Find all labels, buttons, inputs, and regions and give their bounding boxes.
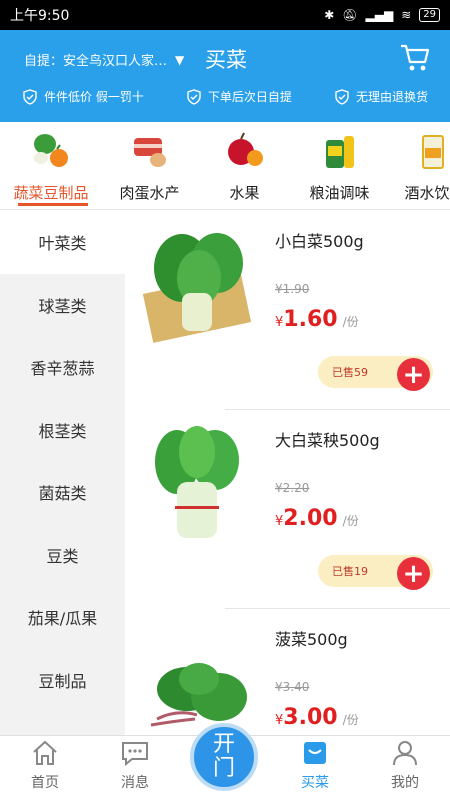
open-door-label-top: 开 <box>212 732 235 757</box>
product-list: 小白菜500g ¥1.90 ¥1.60 /份 已售59 + 大白菜秧500g ¥… <box>125 211 450 735</box>
battery-icon: 29 <box>419 8 440 22</box>
guarantee-item: 下单后次日自提 <box>186 88 292 105</box>
status-icons: ✱ 🔕︎ ▂▄▆ ≋ 29 <box>324 8 440 22</box>
category-tab-vegetables[interactable]: 蔬菜豆制品 <box>0 122 102 209</box>
product-original-price: ¥3.40 <box>275 680 310 694</box>
grain-oil-icon <box>325 136 354 168</box>
shield-check-icon <box>335 88 349 105</box>
product-original-price: ¥1.90 <box>275 282 310 296</box>
guarantee-item: 无理由退换货 <box>334 88 428 105</box>
product-image <box>150 663 247 727</box>
cart-icon[interactable] <box>398 40 432 74</box>
price-value: 3.00 <box>283 705 338 730</box>
nav-messages[interactable]: 消息 <box>90 736 180 800</box>
category-bar: 蔬菜豆制品 肉蛋水产 水果 粮油调味 酒水饮料 <box>0 122 450 210</box>
chevron-down-icon: ▼ <box>175 52 185 67</box>
nav-mine[interactable]: 我的 <box>360 736 450 800</box>
price-value: 1.60 <box>283 307 338 332</box>
nav-home[interactable]: 首页 <box>0 736 90 800</box>
add-to-cart-button[interactable]: + <box>397 358 430 391</box>
subcategory-leafy[interactable]: 叶菜类 <box>0 211 125 274</box>
subcategory-beans[interactable]: 豆类 <box>0 524 125 587</box>
price-unit: /份 <box>342 713 359 727</box>
home-icon <box>33 740 57 765</box>
product-price: ¥2.00 /份 <box>275 506 359 531</box>
nav-label: 首页 <box>31 775 59 791</box>
product-card[interactable]: 菠菜500g ¥3.40 ¥3.00 /份 <box>125 609 450 735</box>
nav-buy-groceries[interactable]: 买菜 <box>270 736 360 800</box>
price-value: 2.00 <box>283 506 338 531</box>
bluetooth-icon: ✱ <box>324 8 335 22</box>
status-bar: 上午9:50 ✱ 🔕︎ ▂▄▆ ≋ 29 <box>0 0 450 30</box>
category-label: 酒水饮料 <box>404 184 450 202</box>
product-price: ¥1.60 /份 <box>275 307 359 332</box>
subcategory-spice[interactable]: 香辛葱蒜 <box>0 336 125 399</box>
shield-check-icon <box>23 88 37 105</box>
category-tab-drinks[interactable]: 酒水饮料 <box>387 122 450 209</box>
pickup-location-selector[interactable]: 自提：安全鸟汉口人家服... ▼ <box>24 50 185 70</box>
product-price: ¥3.00 /份 <box>275 705 359 730</box>
add-to-cart-button[interactable]: + <box>397 557 430 590</box>
guarantee-label: 件件低价 假一罚十 <box>44 90 144 104</box>
guarantee-label: 下单后次日自提 <box>207 90 292 104</box>
subcategory-tofu[interactable]: 豆制品 <box>0 649 125 712</box>
nav-label: 买菜 <box>301 775 329 791</box>
category-label: 水果 <box>229 184 260 202</box>
header: 自提：安全鸟汉口人家服... ▼ 买菜 件件低价 假一罚十 下单后次日自提 无理… <box>0 30 450 122</box>
product-name: 小白菜500g <box>275 232 364 251</box>
meat-icon <box>133 138 166 167</box>
subcategory-menu: 叶菜类 球茎类 香辛葱蒜 根茎类 菌菇类 豆类 茄果/瓜果 豆制品 <box>0 211 125 735</box>
product-image <box>142 233 252 343</box>
pickup-location-text: 自提：安全鸟汉口人家服... <box>24 54 169 69</box>
mute-icon: 🔕︎ <box>342 8 358 22</box>
shopping-bag-icon <box>304 742 326 764</box>
drinks-icon <box>421 135 444 169</box>
wifi-icon: ≋ <box>401 8 412 22</box>
product-card[interactable]: 小白菜500g ¥1.90 ¥1.60 /份 已售59 + <box>125 211 450 410</box>
vegetables-icon <box>34 134 68 167</box>
category-label: 蔬菜豆制品 <box>13 184 89 202</box>
category-tab-fruit[interactable]: 水果 <box>197 122 292 209</box>
price-unit: /份 <box>342 315 359 329</box>
status-time: 上午9:50 <box>10 8 70 24</box>
subcategory-fruit-veg[interactable]: 茄果/瓜果 <box>0 586 125 649</box>
price-unit: /份 <box>342 514 359 528</box>
open-door-label-bottom: 门 <box>212 756 235 781</box>
subcategory-bulb[interactable]: 球茎类 <box>0 274 125 337</box>
guarantee-item: 件件低价 假一罚十 <box>22 88 144 105</box>
fruit-icon <box>227 132 263 166</box>
user-icon <box>393 741 417 766</box>
shield-check-icon <box>187 88 201 105</box>
open-door-button[interactable]: 开 门 <box>190 723 258 791</box>
product-name: 大白菜秧500g <box>275 431 380 450</box>
subcategory-mushroom[interactable]: 菌菇类 <box>0 461 125 524</box>
guarantee-label: 无理由退换货 <box>355 90 428 104</box>
subcategory-root[interactable]: 根茎类 <box>0 399 125 462</box>
nav-label: 我的 <box>391 775 419 791</box>
message-icon <box>122 742 148 767</box>
category-tab-meat-eggs[interactable]: 肉蛋水产 <box>102 122 197 209</box>
product-original-price: ¥2.20 <box>275 481 310 495</box>
category-label: 粮油调味 <box>309 184 370 202</box>
nav-label: 消息 <box>121 775 149 791</box>
product-image <box>155 426 239 538</box>
product-card[interactable]: 大白菜秧500g ¥2.20 ¥2.00 /份 已售19 + <box>125 410 450 609</box>
guarantee-bar: 件件低价 假一罚十 下单后次日自提 无理由退换货 <box>0 88 450 105</box>
product-name: 菠菜500g <box>275 630 348 649</box>
category-tab-grain-oil[interactable]: 粮油调味 <box>292 122 387 209</box>
signal-icon: ▂▄▆ <box>365 8 394 22</box>
category-label: 肉蛋水产 <box>119 184 180 202</box>
page-title: 买菜 <box>205 48 247 72</box>
